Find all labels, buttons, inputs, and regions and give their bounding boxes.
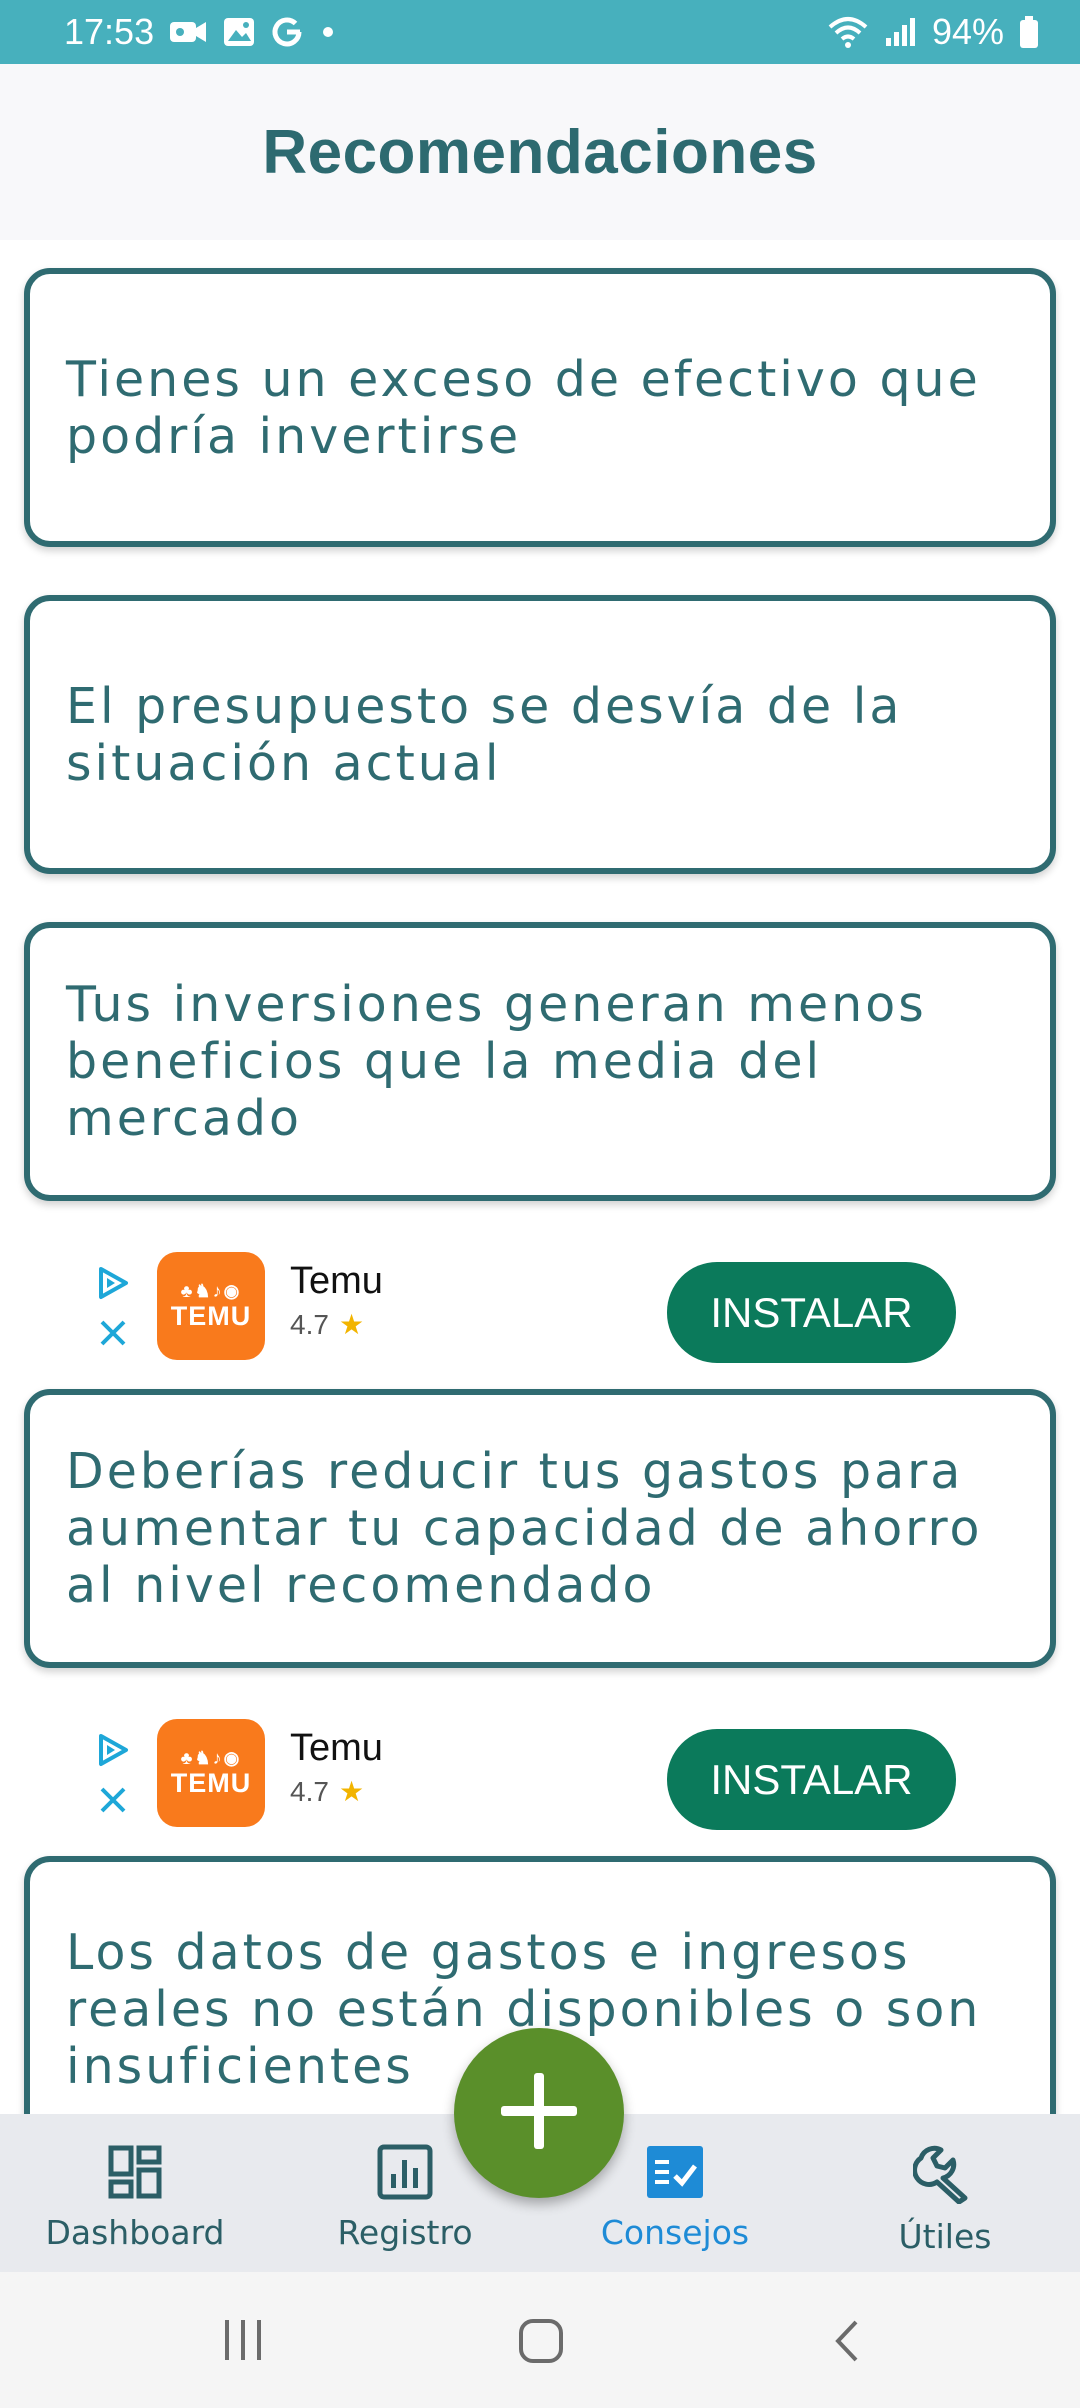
top-app-bar: Recomendaciones [0,64,1080,240]
close-icon[interactable] [98,1785,128,1820]
temu-logo-glyphs: ♣♞♪◉ [180,1281,242,1301]
status-time: 17:53 [64,11,155,52]
wrench-icon [912,2144,977,2209]
ad-rating: 4.7 ★ [290,1308,364,1341]
ad-rating: 4.7 ★ [290,1775,364,1808]
install-button[interactable]: INSTALAR [667,1262,956,1363]
nav-label-utiles: Útiles [898,2217,992,2256]
status-right: 94% [826,11,1040,53]
recommendation-card[interactable]: El presupuesto se desvía de la situación… [24,595,1056,874]
ad-app-name[interactable]: Temu [290,1727,383,1770]
add-fab-button[interactable] [454,2028,624,2198]
nav-label-consejos: Consejos [600,2213,750,2252]
system-navigation-bar [0,2272,1080,2408]
nav-item-dashboard[interactable]: Dashboard [15,2114,255,2272]
recommendation-text: El presupuesto se desvía de la situación… [66,677,903,792]
dot-icon [318,22,338,42]
ad-rating-value: 4.7 [290,1775,329,1807]
plus-icon [499,2071,579,2156]
page-title: Recomendaciones [262,117,818,187]
nav-label-registro: Registro [337,2213,473,2252]
ad-app-name[interactable]: Temu [290,1260,383,1303]
signal-icon [884,16,918,48]
temu-logo-text: TEMU [170,1768,252,1798]
gallery-icon [222,16,256,48]
nav-item-utiles[interactable]: Útiles [825,2114,1065,2272]
battery-percent: 94% [931,11,1004,52]
wifi-icon [826,15,870,49]
video-icon [168,17,208,47]
temu-app-icon[interactable]: ♣♞♪◉ TEMU [157,1719,265,1827]
temu-logo-text: TEMU [170,1301,252,1331]
recommendation-card[interactable]: Tus inversiones generan menos beneficios… [24,922,1056,1201]
home-icon[interactable] [518,2318,564,2369]
app-screen: 17:53 94% Recomendaciones Tienes un exce… [0,0,1080,2408]
star-icon: ★ [338,1776,365,1807]
star-icon: ★ [338,1309,365,1340]
temu-app-icon[interactable]: ♣♞♪◉ TEMU [157,1252,265,1360]
ad-banner[interactable]: ♣♞♪◉ TEMU Temu 4.7 ★ INSTALAR [0,1222,1080,1363]
nav-label-dashboard: Dashboard [45,2213,225,2252]
ad-banner[interactable]: ♣♞♪◉ TEMU Temu 4.7 ★ INSTALAR [0,1689,1080,1830]
temu-logo-glyphs: ♣♞♪◉ [180,1748,242,1768]
close-icon[interactable] [98,1318,128,1353]
back-icon[interactable] [830,2318,864,2369]
recommendation-text: Tus inversiones generan menos beneficios… [66,976,927,1147]
recommendation-card[interactable]: Tienes un exceso de efectivo que podría … [24,268,1056,547]
ad-choices-icon[interactable] [96,1266,130,1305]
ad-rating-value: 4.7 [290,1308,329,1340]
recommendation-text: Tienes un exceso de efectivo que podría … [66,350,981,465]
dashboard-icon [107,2144,163,2205]
install-button[interactable]: INSTALAR [667,1729,956,1830]
recommendation-text: Deberías reducir tus gastos para aumenta… [66,1443,983,1614]
ad-choices-icon[interactable] [96,1733,130,1772]
checklist-icon [645,2144,705,2205]
chart-icon [377,2144,433,2205]
status-bar: 17:53 94% [0,0,1080,64]
google-icon [270,15,304,49]
battery-icon [1018,15,1040,49]
status-left: 17:53 [64,11,338,53]
recommendation-card[interactable]: Deberías reducir tus gastos para aumenta… [24,1389,1056,1668]
recent-apps-icon[interactable] [221,2318,265,2367]
